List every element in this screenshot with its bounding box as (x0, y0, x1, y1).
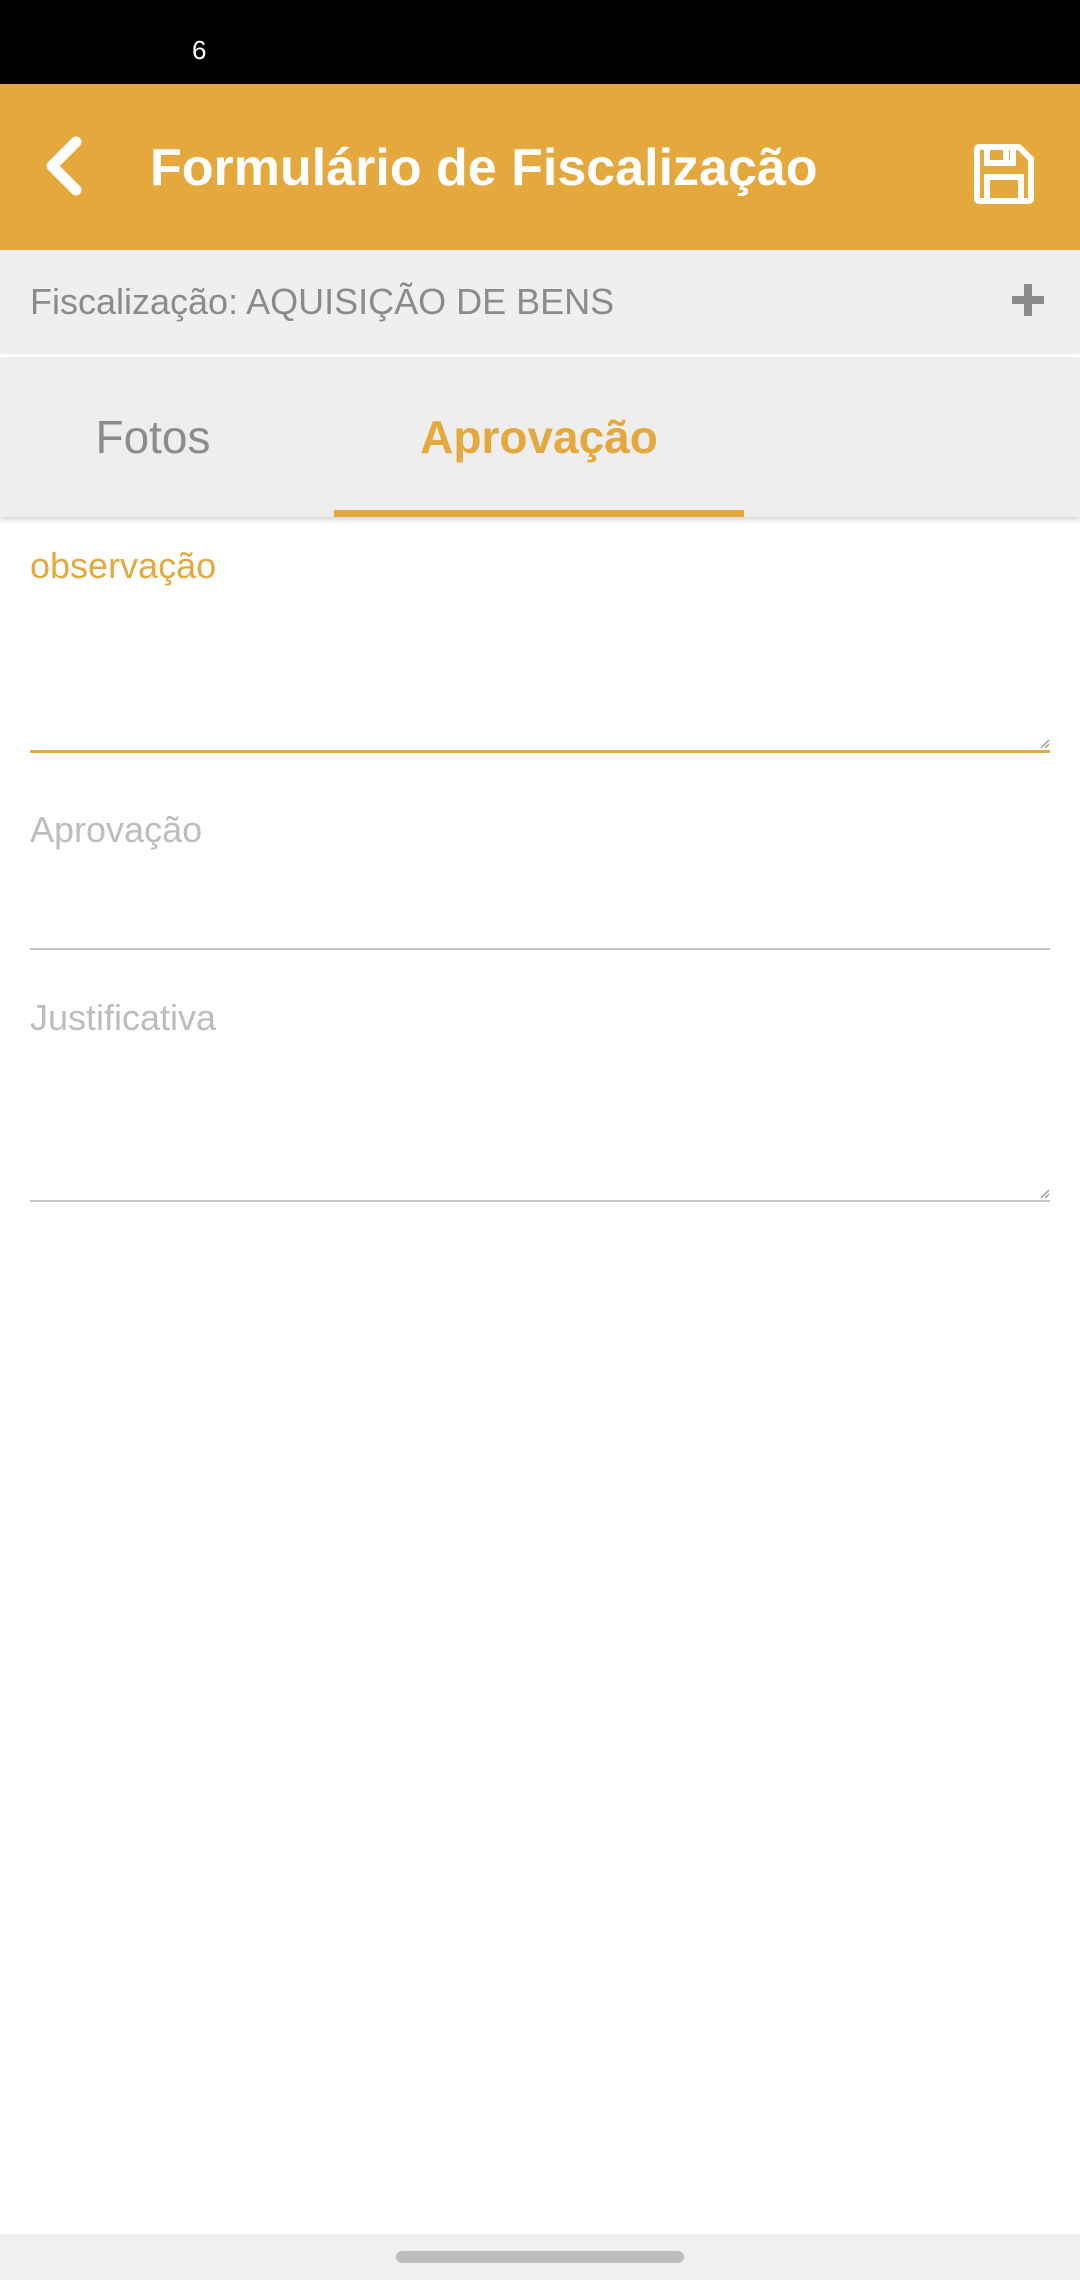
tab-aprovacao[interactable]: Aprovação (334, 357, 744, 517)
subheader: Fiscalização: AQUISIÇÃO DE BENS (0, 250, 1080, 357)
resize-handle-icon[interactable] (1038, 736, 1050, 749)
app-bar: Formulário de Fiscalização (0, 84, 1080, 250)
observacao-label: observação (30, 545, 217, 586)
justificativa-field[interactable]: Justificativa (30, 996, 1050, 1202)
aprovacao-field[interactable]: Aprovação (30, 808, 1050, 950)
navigation-bar (0, 2234, 1080, 2280)
aprovacao-label: Aprovação (30, 809, 203, 850)
fiscalization-type-label: Fiscalização: AQUISIÇÃO DE BENS (30, 281, 615, 322)
tab-bar: Fotos Aprovação (0, 357, 1080, 517)
add-button[interactable] (1000, 272, 1056, 332)
tab-fotos[interactable]: Fotos (0, 357, 306, 517)
home-gesture-bar[interactable] (396, 2251, 684, 2263)
tab-indicator (334, 510, 744, 517)
observacao-field[interactable]: observação (30, 544, 1050, 753)
save-button[interactable] (964, 136, 1044, 216)
page-title: Formulário de Fiscalização (150, 139, 818, 197)
plus-icon (1010, 282, 1046, 323)
chevron-left-icon (42, 136, 86, 201)
status-bar: 6 (0, 0, 1080, 84)
justificativa-label: Justificativa (30, 997, 217, 1038)
resize-handle-icon[interactable] (1038, 1186, 1050, 1199)
back-button[interactable] (24, 120, 104, 216)
status-time: 6 (192, 35, 207, 65)
floppy-disk-icon (973, 143, 1035, 210)
